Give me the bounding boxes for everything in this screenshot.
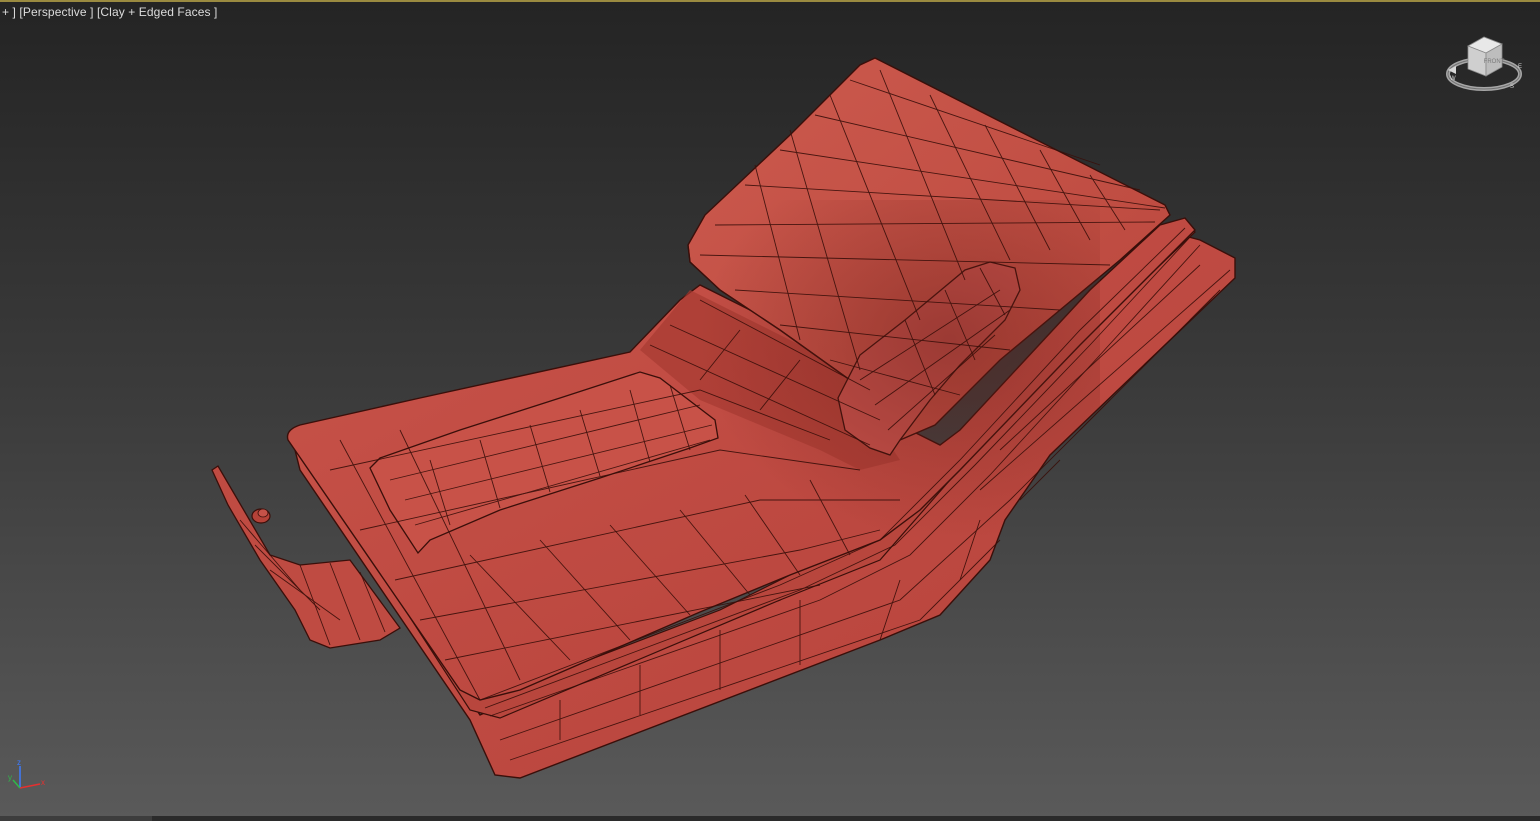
- viewcube-compass-east: E: [1518, 64, 1522, 70]
- y-axis-line: [12, 779, 21, 789]
- wallet-mesh-model[interactable]: [0, 0, 1540, 821]
- x-axis-label: x: [41, 778, 45, 787]
- viewport-bottom-tab[interactable]: [0, 816, 152, 821]
- viewcube[interactable]: FRONT W S E: [1444, 32, 1526, 98]
- z-axis-label: z: [17, 758, 21, 767]
- viewcube-face-label: FRONT: [1484, 59, 1505, 65]
- viewcube-compass-south: S: [1510, 84, 1514, 90]
- perspective-viewport[interactable]: + ] [Perspective ] [Clay + Edged Faces ]: [0, 0, 1540, 821]
- wallet-snap-button[interactable]: [251, 508, 271, 524]
- viewport-bottom-strip: [0, 816, 1540, 821]
- y-axis-label: y: [8, 773, 12, 782]
- viewcube-compass-west: W: [1450, 76, 1456, 82]
- x-axis-line: [19, 783, 41, 789]
- axis-tripod-gizmo: z x y: [8, 758, 45, 789]
